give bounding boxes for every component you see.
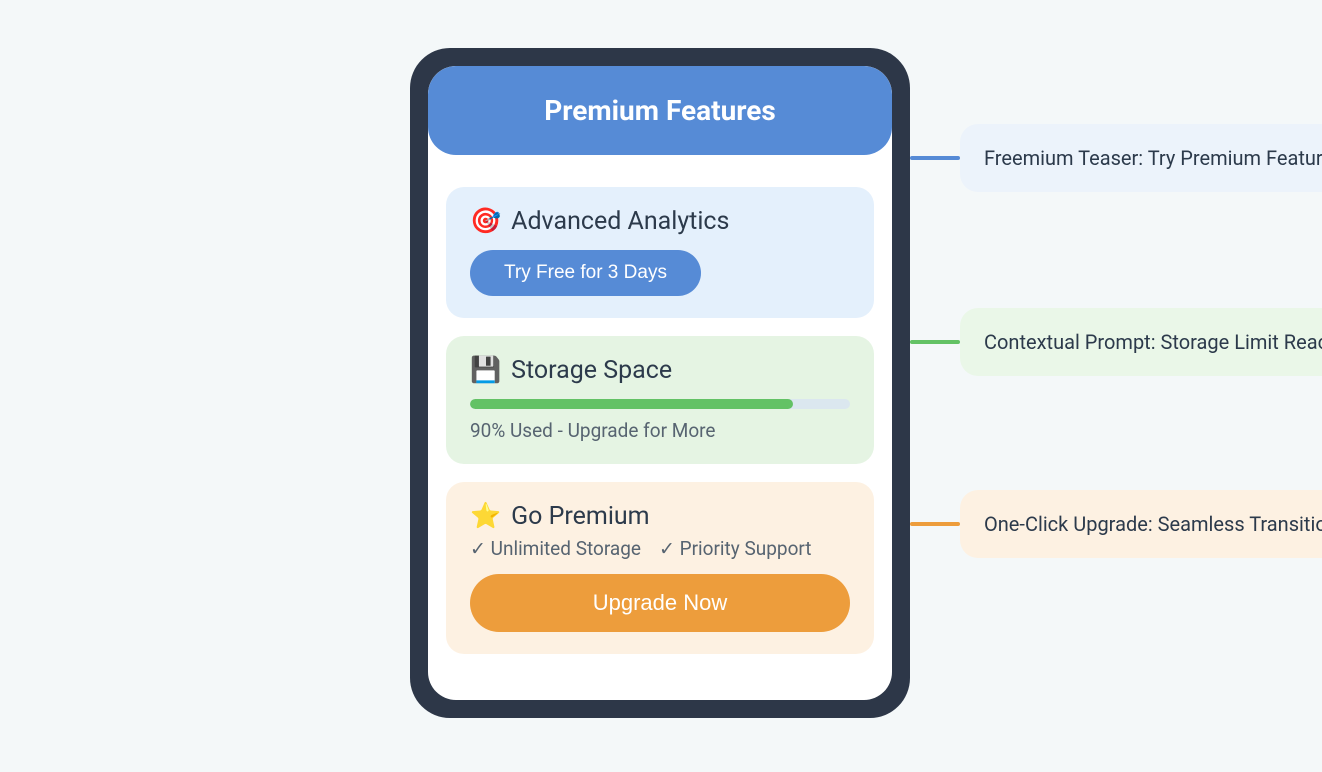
premium-benefits: ✓ Unlimited Storage ✓ Priority Support	[470, 537, 850, 560]
card-premium-title: ⭐ Go Premium	[470, 502, 850, 531]
storage-progress-bar	[470, 399, 850, 409]
phone-screen: Premium Features 🎯 Advanced Analytics Tr…	[428, 66, 892, 700]
storage-progress-fill	[470, 399, 793, 409]
page-title: Premium Features	[428, 66, 892, 155]
card-storage: 💾 Storage Space 90% Used - Upgrade for M…	[446, 336, 874, 464]
card-analytics: 🎯 Advanced Analytics Try Free for 3 Days	[446, 187, 874, 318]
upgrade-now-button[interactable]: Upgrade Now	[470, 574, 850, 632]
target-icon: 🎯	[470, 209, 501, 234]
annotation-contextual-text: Contextual Prompt: Storage Limit Reached	[984, 330, 1322, 354]
upgrade-now-label: Upgrade Now	[593, 590, 728, 615]
benefit-item: ✓ Priority Support	[659, 537, 812, 560]
card-storage-label: Storage Space	[511, 356, 672, 385]
card-analytics-label: Advanced Analytics	[511, 207, 729, 236]
try-free-button[interactable]: Try Free for 3 Days	[470, 250, 701, 296]
annotation-contextual: Contextual Prompt: Storage Limit Reached	[960, 308, 1322, 376]
annotation-freemium-text: Freemium Teaser: Try Premium Features	[984, 146, 1322, 170]
floppy-disk-icon: 💾	[470, 358, 501, 383]
try-free-label: Try Free for 3 Days	[504, 262, 667, 283]
card-storage-title: 💾 Storage Space	[470, 356, 850, 385]
annotation-upgrade: One-Click Upgrade: Seamless Transition	[960, 490, 1322, 558]
phone-frame: Premium Features 🎯 Advanced Analytics Tr…	[410, 48, 910, 718]
annotation-freemium: Freemium Teaser: Try Premium Features	[960, 124, 1322, 192]
annotation-upgrade-text: One-Click Upgrade: Seamless Transition	[984, 512, 1322, 536]
card-premium: ⭐ Go Premium ✓ Unlimited Storage ✓ Prior…	[446, 482, 874, 654]
benefit-item: ✓ Unlimited Storage	[470, 537, 641, 560]
star-icon: ⭐	[470, 504, 501, 529]
page-title-text: Premium Features	[544, 94, 776, 127]
card-premium-label: Go Premium	[511, 502, 649, 531]
storage-status-text: 90% Used - Upgrade for More	[470, 419, 850, 442]
content-area: 🎯 Advanced Analytics Try Free for 3 Days…	[428, 155, 892, 674]
card-analytics-title: 🎯 Advanced Analytics	[470, 207, 850, 236]
